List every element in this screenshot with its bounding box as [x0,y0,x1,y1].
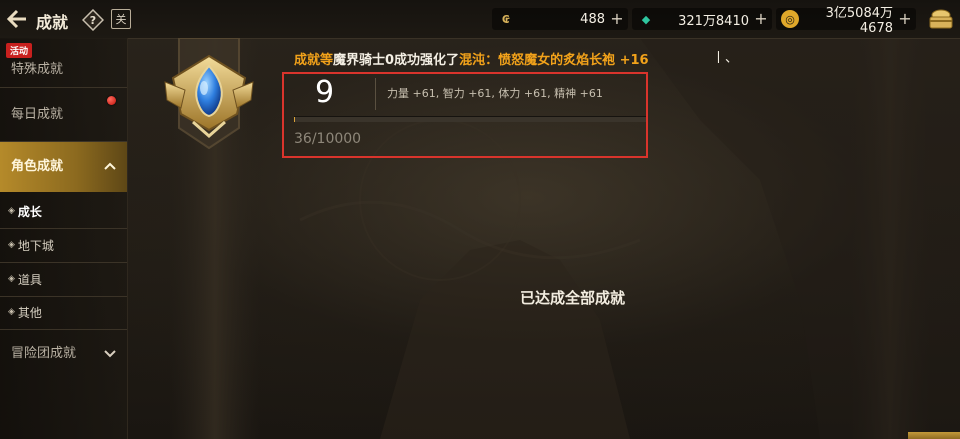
treasure-chest-button[interactable] [928,8,954,30]
diamond-marker-icon: ◈ [8,274,15,284]
sidebar-item-label: 特殊成就 [11,62,64,77]
diamond-marker-icon: ◈ [8,307,15,317]
currency-gold: ◎ 3亿5084万4678 + [776,6,916,36]
notice-trailing-text: 丨、 [712,51,739,66]
server-notice-banner: 成就等魔界骑士0成功强化了混沌：愤怒魔女的炙焰长袍 +16 [294,49,649,68]
corner-tab[interactable] [908,432,960,439]
top-bar: 成就 ? 关 ₢ 488 + ◆ 321万8410 + ◎ 3亿5084万467… [0,0,960,39]
coin-icon: ₢ [502,12,510,26]
currency-gem: ◆ 321万8410 + [632,8,772,30]
add-coin-button[interactable]: + [609,10,625,28]
guide-book-button[interactable]: 关 [111,9,131,29]
currency-coin: ₢ 488 + [492,8,628,30]
achievement-rank-emblem-icon [164,38,254,150]
help-button[interactable]: ? [81,8,105,32]
sidebar-item-adventure-team[interactable]: 冒险团成就 [0,334,127,374]
coin-value: 488 [580,11,605,27]
notice-item-name: 混沌：愤怒魔女的炙焰长袍 +16 [459,53,649,68]
question-icon: ? [81,8,105,32]
add-gold-button[interactable]: + [897,10,913,28]
back-arrow-icon [6,9,26,29]
highlight-box [282,72,648,158]
sidebar-item-label: 冒险团成就 [11,346,77,361]
sidebar: 活动 特殊成就 每日成就 角色成就 ◈ 成长 ◈ 地下城 ◈ 道具 ◈ 其他 冒… [0,38,128,439]
sidebar-item-special[interactable]: 活动 特殊成就 [0,42,127,78]
page-title: 成就 [36,13,69,32]
all-achievements-complete-message: 已达成全部成就 [520,289,626,307]
notice-text: 魔界骑士0成功强化了 [333,53,460,68]
diamond-marker-icon: ◈ [8,206,15,216]
event-badge: 活动 [6,43,33,58]
sub-item-label: 其他 [17,305,42,320]
divider [0,262,127,263]
sub-item-label: 道具 [17,272,42,287]
sub-item-growth[interactable]: ◈ 成长 [0,198,127,224]
gem-icon: ◆ [641,12,651,26]
sidebar-item-label: 角色成就 [11,159,64,174]
chevron-down-icon [104,350,116,358]
sub-item-label: 成长 [17,204,42,219]
sub-item-label: 地下城 [17,238,54,253]
sub-item-dungeon[interactable]: ◈ 地下城 [0,232,127,258]
treasure-chest-icon [929,9,953,29]
divider [0,228,127,229]
back-button[interactable] [4,6,30,32]
gold-value: 3亿5084万4678 [825,6,893,36]
gem-value: 321万8410 [678,13,749,29]
add-gem-button[interactable]: + [753,10,769,28]
divider [0,87,127,88]
svg-text:?: ? [90,14,96,27]
gold-icon: ◎ [781,10,799,28]
chevron-up-icon [104,162,116,170]
sidebar-item-label: 每日成就 [11,107,64,122]
sub-item-other[interactable]: ◈ 其他 [0,299,127,325]
achievements-screen: 成就 ? 关 ₢ 488 + ◆ 321万8410 + ◎ 3亿5084万467… [0,0,960,439]
sidebar-item-character[interactable]: 角色成就 [0,142,127,192]
notice-prefix: 成就等 [294,53,334,68]
guide-book-icon: 关 [115,13,127,26]
notification-dot [107,96,116,105]
divider [0,329,127,330]
sub-item-items[interactable]: ◈ 道具 [0,266,127,292]
diamond-marker-icon: ◈ [8,240,15,250]
divider [0,296,127,297]
